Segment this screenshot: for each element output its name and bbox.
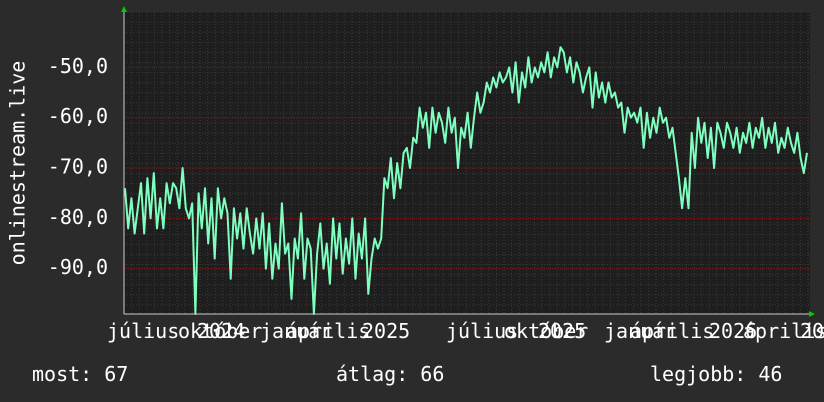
stat-best: legjobb: 46: [650, 362, 783, 386]
x-tick-label: 20: [800, 319, 824, 343]
x-tick-label: április: [630, 319, 714, 343]
line-chart: -50,0-60,0-70,0-80,0-90,0 júliusoktóber2…: [6, 6, 824, 343]
x-tick-label: július: [107, 319, 179, 343]
x-tick-label: 2025: [362, 319, 410, 343]
x-tick-label: április: [286, 319, 370, 343]
stat-current: most: 67: [32, 362, 129, 386]
y-tick-label: -70,0: [48, 155, 108, 179]
x-tick-label: 2025: [538, 319, 586, 343]
y-axis-arrow: [121, 6, 127, 12]
y-tick-labels: -50,0 -60,0 -70,0 -80,0 -90,0: [48, 54, 108, 279]
y-tick-label: -80,0: [48, 205, 108, 229]
y-axis-label: onlinestream.live: [6, 61, 30, 266]
x-tick-label: 2024: [197, 319, 245, 343]
x-axis-arrow: [809, 311, 815, 317]
y-tick-label: -60,0: [48, 104, 108, 128]
y-tick-label: -50,0: [48, 54, 108, 78]
x-tick-labels: júliusoktóber2024 januáráprilis2025 július…: [107, 319, 824, 343]
stat-average: átlag: 66: [336, 362, 445, 386]
y-tick-label: -90,0: [48, 255, 108, 279]
